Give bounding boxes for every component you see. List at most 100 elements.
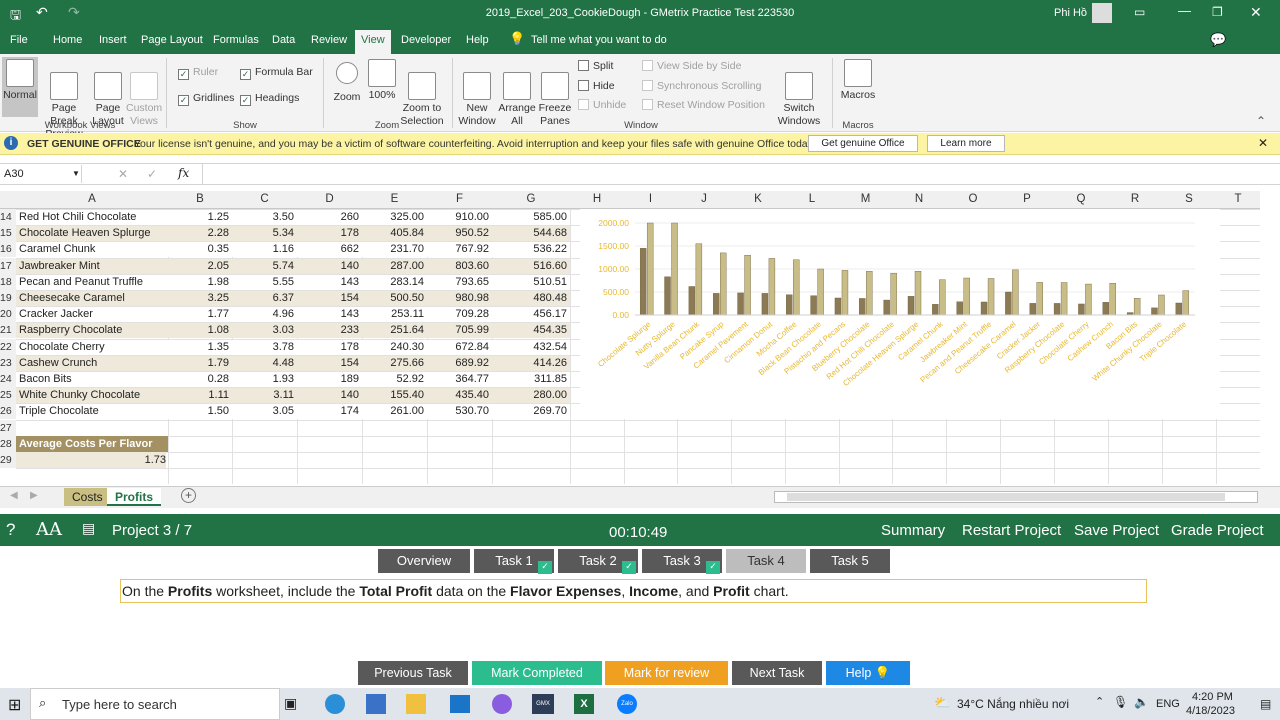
menu-developer[interactable]: Developer [401,34,451,46]
scrollbar-thumb[interactable] [787,493,1225,501]
table-cell[interactable]: 260 [300,209,359,225]
table-cell[interactable]: 980.98 [430,290,489,306]
add-sheet-icon[interactable]: + [181,488,196,503]
mark-for-review-button[interactable]: Mark for review [605,661,728,685]
chart-bar[interactable] [890,272,897,316]
mail-icon[interactable] [450,695,470,713]
get-genuine-office-button[interactable]: Get genuine Office [808,135,918,152]
menu-review[interactable]: Review [311,34,347,46]
menu-data[interactable]: Data [272,34,295,46]
chart-bar[interactable] [1053,303,1061,316]
comments-icon[interactable]: 💬 [1210,32,1226,48]
table-cell[interactable]: 1.77 [171,306,229,322]
edge-icon[interactable] [325,694,345,714]
next-task-button[interactable]: Next Task [732,661,822,685]
view-side-by-side-button[interactable]: View Side by Side [642,60,741,72]
table-cell[interactable]: 1.79 [171,355,229,371]
table-cell[interactable]: 280.00 [495,387,567,403]
table-cell[interactable]: 231.70 [365,241,424,257]
chart-bar[interactable] [639,248,647,316]
row-header[interactable]: 25 [0,387,16,403]
chart-bar[interactable] [646,222,654,316]
table-cell[interactable]: 154 [300,355,359,371]
column-header[interactable]: I [624,193,677,205]
menu-insert[interactable]: Insert [99,34,127,46]
chart-bar[interactable] [980,301,988,316]
windows-start-icon[interactable]: ⊞ [8,695,21,715]
table-cell[interactable]: 530.70 [430,403,489,419]
gmetrix-app-icon[interactable]: GMX [532,694,554,714]
table-cell[interactable]: 414.26 [495,355,567,371]
row-header[interactable]: 14 [0,209,16,225]
horizontal-scrollbar[interactable] [774,491,1258,503]
column-header[interactable]: F [427,193,492,205]
table-cell[interactable]: 143 [300,274,359,290]
chart-bar[interactable] [737,292,744,316]
row-header[interactable]: 18 [0,274,16,290]
column-header[interactable]: T [1216,193,1260,205]
tab-overview[interactable]: Overview [378,549,470,573]
chart-bar[interactable] [866,271,873,316]
normal-view-button[interactable]: Normal [2,57,38,117]
tab-task-5[interactable]: Task 5 [810,549,890,573]
zalo-app-icon[interactable]: Zalo [617,694,637,714]
menu-file[interactable]: File [10,34,28,46]
weather-text[interactable]: 34°C Nắng nhiều nơi [957,697,1069,711]
table-cell[interactable]: 140 [300,387,359,403]
tab-task-4[interactable]: Task 4 [726,549,806,573]
table-cell[interactable]: 803.60 [430,258,489,274]
table-cell[interactable]: 3.03 [235,322,294,338]
insert-function-icon[interactable]: fx [178,166,189,180]
row-header[interactable]: 16 [0,241,16,257]
chart-bar[interactable] [963,277,970,316]
restart-project-link[interactable]: Restart Project [962,522,1061,539]
menu-help[interactable]: Help [466,34,489,46]
table-cell[interactable]: 500.50 [365,290,424,306]
chart-bar[interactable] [688,286,696,316]
table-cell[interactable]: 3.50 [235,209,294,225]
chart-bar[interactable] [1029,303,1036,316]
tell-me-search[interactable]: Tell me what you want to do [531,34,667,46]
chart-bar[interactable] [720,252,727,316]
table-cell[interactable]: 544.68 [495,225,567,241]
clock-date[interactable]: 4/18/2023 [1186,705,1235,717]
chart-bar[interactable] [695,243,703,316]
formula-input[interactable] [202,164,1266,184]
microphone-icon[interactable]: 🎙 [1113,695,1128,709]
table-cell[interactable]: 705.99 [430,322,489,338]
ruler-checkbox[interactable]: ✓ Ruler [178,66,218,80]
summary-link[interactable]: Summary [881,522,945,539]
chart-bar[interactable] [768,258,776,316]
sheet-tab-costs[interactable]: Costs [64,488,111,506]
avatar[interactable] [1092,3,1112,23]
table-cell[interactable]: 5.74 [235,258,294,274]
table-cell[interactable]: 536.22 [495,241,567,257]
chart-bar[interactable] [744,255,751,316]
row-header[interactable]: 23 [0,355,16,371]
chart-bar[interactable] [786,294,793,316]
table-cell[interactable]: 154 [300,290,359,306]
freeze-panes-button[interactable]: Freeze Panes [535,59,575,128]
chart-bar[interactable] [932,304,939,316]
table-cell[interactable]: 269.70 [495,403,567,419]
explorer-icon[interactable] [406,694,426,714]
previous-task-button[interactable]: Previous Task [358,661,468,685]
row-header[interactable]: 24 [0,371,16,387]
table-cell[interactable]: White Chunky Chocolate [19,387,165,403]
table-cell[interactable]: 950.52 [430,225,489,241]
table-cell[interactable]: 6.37 [235,290,294,306]
profit-chart[interactable]: 0.00500.001000.001500.002000.00Chocolate… [580,209,1220,419]
table-cell[interactable]: 1.25 [171,209,229,225]
table-cell[interactable]: 364.77 [430,371,489,387]
table-cell[interactable]: 1.98 [171,274,229,290]
table-cell[interactable]: 709.28 [430,306,489,322]
table-cell[interactable]: Bacon Bits [19,371,165,387]
dismiss-icon[interactable]: ✕ [1258,136,1268,150]
table-cell[interactable]: 4.96 [235,306,294,322]
table-cell[interactable]: Pecan and Peanut Truffle [19,274,165,290]
custom-views-button[interactable]: Custom Views [126,59,162,128]
row-header[interactable]: 17 [0,258,16,274]
table-cell[interactable]: 0.28 [171,371,229,387]
table-cell[interactable]: 1.08 [171,322,229,338]
table-cell[interactable]: 275.66 [365,355,424,371]
